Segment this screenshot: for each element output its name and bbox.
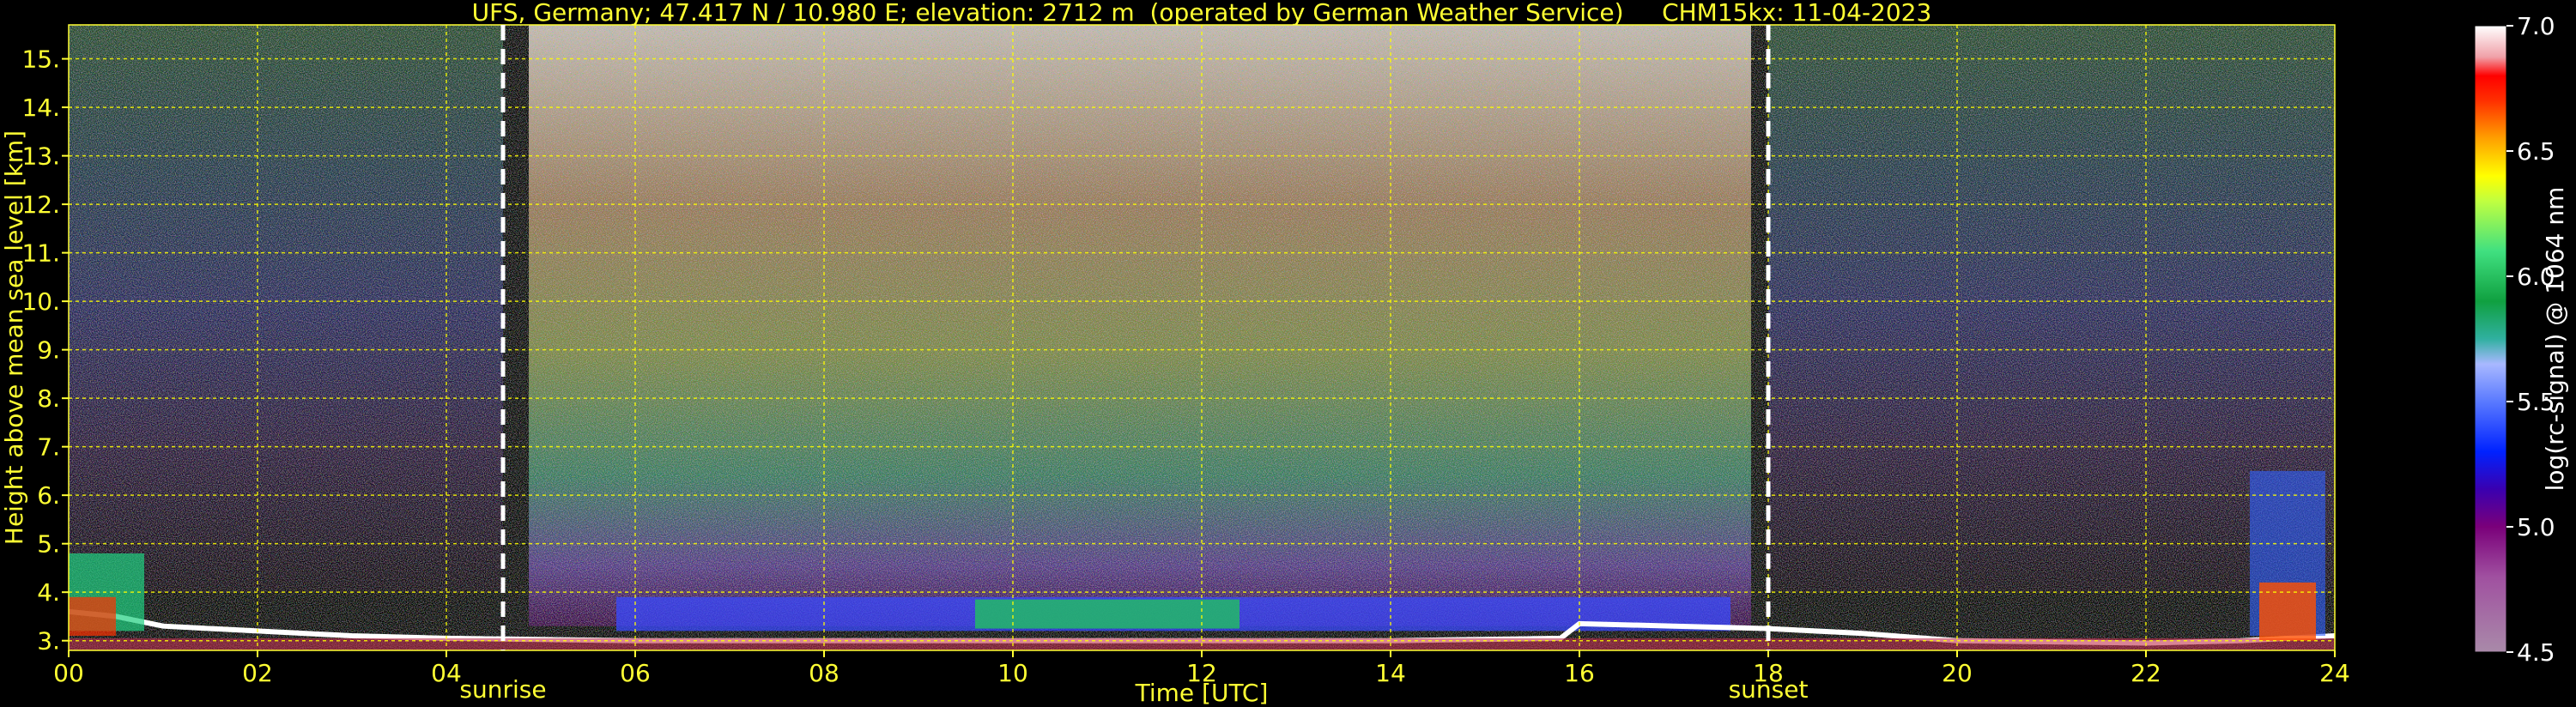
x-tick-label: 08 [809,659,839,687]
y-tick-label: 8. [37,384,60,413]
y-tick-label: 14. [21,94,60,122]
y-tick-label: 4. [37,578,60,607]
y-axis-ticks: 3.4.5.6.7.8.9.10.11.12.13.14.15. [21,45,69,656]
ceilometer-chart: UFS, Germany; 47.417 N / 10.980 E; eleva… [0,0,2569,707]
sunrise-label: sunrise [459,675,546,704]
x-tick-label: 04 [431,659,462,687]
colorbar-tick-label: 7.0 [2517,12,2555,40]
y-tick-label: 7. [37,433,60,462]
y-tick-label: 6. [37,481,60,510]
colorbar-tick-label: 4.5 [2517,638,2555,667]
colorbar-label: log(rc-signal) @ 1064 nm [2541,187,2569,492]
x-tick-label: 06 [620,659,651,687]
colorbar-tick-label: 6.5 [2517,137,2555,166]
colorbar-tick-label: 5.0 [2517,513,2555,541]
y-tick-label: 3. [37,627,60,656]
x-tick-label: 18 [1753,659,1784,687]
x-tick-label: 20 [1942,659,1973,687]
x-axis-label: Time [UTC] [1135,679,1269,707]
x-tick-label: 02 [242,659,273,687]
chart-title: UFS, Germany; 47.417 N / 10.980 E; eleva… [472,0,1932,27]
x-tick-label: 10 [997,659,1028,687]
y-tick-label: 15. [21,45,60,74]
x-tick-label: 22 [2131,659,2161,687]
cloud-early-core [69,596,116,637]
daytime-aerosol-core [975,599,1240,629]
x-tick-label: 14 [1375,659,1406,687]
y-tick-label: 5. [37,530,60,559]
cloud-late-core [2259,582,2316,641]
x-tick-label: 16 [1564,659,1595,687]
colorbar-gradient [2475,26,2506,652]
x-tick-label: 00 [53,659,84,687]
x-tick-label: 24 [2319,659,2350,687]
y-axis-label: Height above mean sea level [km] [0,130,28,545]
y-tick-label: 9. [37,336,60,365]
